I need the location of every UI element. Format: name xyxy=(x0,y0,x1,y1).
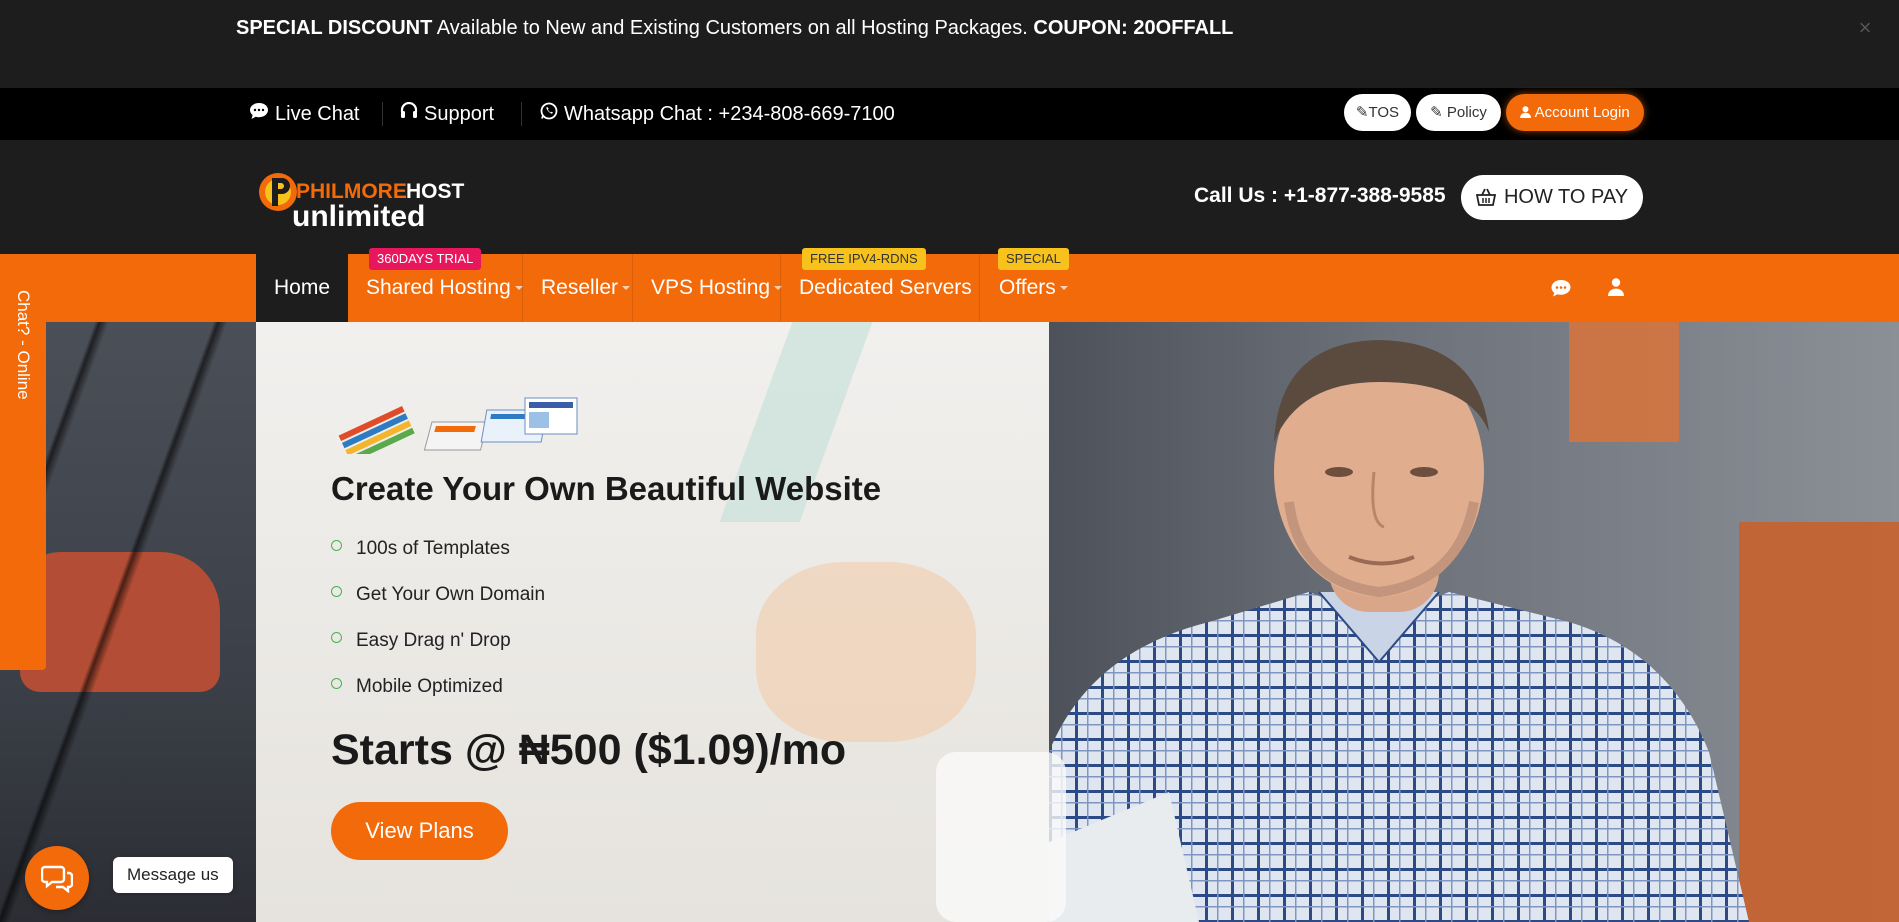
whatsapp-label: Whatsapp Chat : +234-808-669-7100 xyxy=(564,103,895,125)
check-circle-icon xyxy=(331,678,342,689)
promo-coupon: COUPON: 20OFFALL xyxy=(1033,17,1234,39)
live-chat-link[interactable]: Live Chat xyxy=(249,88,360,140)
main-nav: Home Shared Hosting 360DAYS TRIAL Resell… xyxy=(0,248,1899,322)
nav-label: Reseller xyxy=(541,276,619,299)
chat-bubble-icon xyxy=(41,865,73,893)
badge-360days-trial: 360DAYS TRIAL xyxy=(369,248,482,270)
chat-bubble-icon[interactable] xyxy=(1550,278,1572,300)
whatsapp-icon xyxy=(540,88,558,140)
tos-button[interactable]: ✎TOS xyxy=(1344,94,1411,131)
side-chat-label: Chat? - Online xyxy=(14,290,33,400)
policy-label: Policy xyxy=(1446,104,1487,121)
side-chat-tab[interactable]: Chat? - Online xyxy=(0,284,46,670)
user-icon[interactable] xyxy=(1608,278,1630,300)
badge-free-ipv4-rdns: FREE IPV4-RDNS xyxy=(802,248,926,270)
message-us-label[interactable]: Message us xyxy=(113,857,233,893)
person-illustration xyxy=(1049,340,1749,922)
support-label: Support xyxy=(424,103,495,125)
divider xyxy=(382,102,383,126)
check-circle-icon xyxy=(331,540,342,551)
message-us-button[interactable] xyxy=(25,846,89,910)
philmorehost-logo[interactable]: PHILMORE HOST unlimited xyxy=(256,168,482,230)
divider xyxy=(632,254,633,322)
call-us-text: Call Us : +1-877-388-9585 xyxy=(1194,184,1446,207)
nav-label: Home xyxy=(273,276,331,299)
hero-title: Create Your Own Beautiful Website xyxy=(331,470,882,507)
check-circle-icon xyxy=(331,632,342,643)
promo-body: Available to New and Existing Customers … xyxy=(432,17,1034,39)
pencil-icon: ✎ xyxy=(1355,104,1369,121)
site-header: PHILMORE HOST unlimited Call Us : +1-877… xyxy=(0,140,1899,254)
check-circle-icon xyxy=(331,586,342,597)
hero-section: Create Your Own Beautiful Website 100s o… xyxy=(0,322,1899,922)
feature-label: Mobile Optimized xyxy=(356,676,503,697)
user-icon xyxy=(1520,104,1534,121)
close-icon[interactable]: × xyxy=(1855,17,1875,39)
how-to-pay-button[interactable]: HOW TO PAY xyxy=(1461,175,1643,220)
divider xyxy=(521,102,522,126)
promo-text: SPECIAL DISCOUNT Available to New and Ex… xyxy=(236,17,1233,40)
feature-label: 100s of Templates xyxy=(356,538,510,559)
account-login-button[interactable]: Account Login xyxy=(1506,94,1644,131)
view-plans-button[interactable]: View Plans xyxy=(331,802,508,860)
divider xyxy=(522,254,523,322)
feature-item: Mobile Optimized xyxy=(331,676,503,698)
feature-label: Get Your Own Domain xyxy=(356,584,546,605)
feature-item: 100s of Templates xyxy=(331,538,510,560)
divider xyxy=(979,254,980,322)
design-tools-graphic xyxy=(338,397,578,454)
whatsapp-link[interactable]: Whatsapp Chat : +234-808-669-7100 xyxy=(540,88,895,140)
nav-label: VPS Hosting xyxy=(651,276,771,299)
nav-label: Dedicated Servers xyxy=(799,276,972,299)
nav-label: Offers xyxy=(999,276,1056,299)
basket-icon xyxy=(1475,178,1497,223)
comment-icon xyxy=(249,88,269,140)
live-chat-label: Live Chat xyxy=(275,103,360,125)
divider xyxy=(780,254,781,322)
nav-item-reseller[interactable]: Reseller xyxy=(541,254,631,322)
price-text: Starts @ ₦500 ($1.09)/mo xyxy=(331,726,847,774)
feature-label: Easy Drag n' Drop xyxy=(356,630,511,651)
pencil-icon: ✎ xyxy=(1430,104,1443,121)
how-to-pay-label: HOW TO PAY xyxy=(1503,186,1629,208)
badge-special: SPECIAL xyxy=(998,248,1069,270)
chevron-down-icon xyxy=(1059,286,1068,290)
account-login-label: Account Login xyxy=(1534,104,1630,121)
tos-label: TOS xyxy=(1368,104,1400,121)
nav-item-vps-hosting[interactable]: VPS Hosting xyxy=(651,254,783,322)
nav-item-home[interactable]: Home xyxy=(256,254,348,322)
support-link[interactable]: Support xyxy=(400,88,494,140)
feature-item: Get Your Own Domain xyxy=(331,584,545,606)
chevron-down-icon xyxy=(622,286,631,290)
nav-label: Shared Hosting xyxy=(366,276,511,299)
hero-photo-man-with-laptop xyxy=(1049,322,1899,922)
feature-item: Easy Drag n' Drop xyxy=(331,630,511,652)
logo-word-unlimited: unlimited xyxy=(292,200,425,230)
policy-button[interactable]: ✎ Policy xyxy=(1416,94,1501,131)
promo-lead: SPECIAL DISCOUNT xyxy=(236,17,433,39)
headset-icon xyxy=(400,88,418,140)
promo-bar: SPECIAL DISCOUNT Available to New and Ex… xyxy=(0,0,1899,88)
